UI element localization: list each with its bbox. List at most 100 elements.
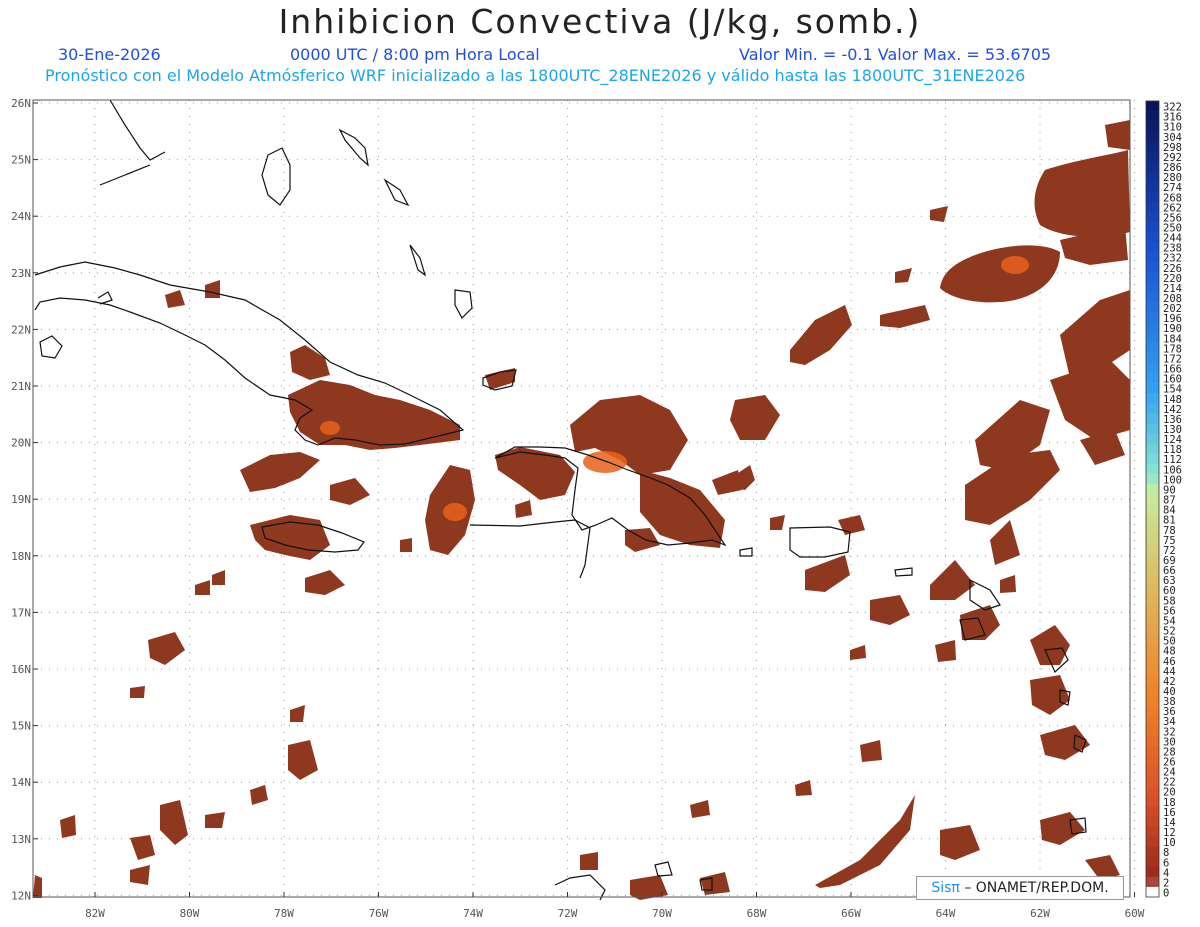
colorbar-segment [1146, 705, 1159, 716]
colorbar-segment [1146, 665, 1159, 676]
colorbar-segment [1146, 141, 1159, 152]
colorbar-segment [1146, 574, 1159, 585]
lon-label: 68W [747, 907, 767, 920]
colorbar-segment [1146, 483, 1159, 495]
colorbar-segment [1146, 735, 1159, 747]
colorbar-segment [1146, 242, 1159, 253]
lon-label: 64W [936, 907, 956, 920]
colorbar-segment [1146, 806, 1159, 817]
colorbar-segment [1146, 262, 1159, 273]
colorbar-segment [1146, 544, 1159, 555]
lon-label: 72W [558, 907, 578, 920]
colorbar-segment [1146, 332, 1159, 344]
colorbar-segment [1146, 796, 1159, 807]
colorbar-segment [1146, 423, 1159, 434]
colorbar-segment [1146, 282, 1159, 293]
colorbar-segment [1146, 614, 1159, 626]
lat-label: 26N [11, 97, 31, 110]
colorbar-segment [1146, 846, 1159, 857]
lon-label: 82W [85, 907, 105, 920]
credit-text: – ONAMET/REP.DOM. [964, 880, 1109, 896]
colorbar-segment [1146, 836, 1159, 847]
colorbar-segment [1146, 524, 1159, 535]
colorbar-segment [1146, 111, 1159, 122]
lon-label: 62W [1030, 907, 1050, 920]
lon-label: 70W [652, 907, 672, 920]
lat-label: 21N [11, 380, 31, 393]
cin-shading [33, 120, 1130, 900]
colorbar-segment [1146, 866, 1159, 878]
lon-label: 66W [841, 907, 861, 920]
colorbar-segment [1146, 443, 1159, 454]
colorbar-segment [1146, 352, 1159, 364]
lat-label: 17N [11, 606, 31, 619]
colorbar: 3223163103042982922862802742682622562502… [1145, 100, 1182, 900]
colorbar-segment [1146, 473, 1159, 485]
colorbar-segment [1146, 131, 1159, 142]
colorbar-segment [1146, 211, 1159, 223]
colorbar-segment [1146, 161, 1159, 172]
credit-box: Sisπ – ONAMET/REP.DOM. [916, 876, 1124, 900]
colorbar-segment [1146, 745, 1159, 757]
lat-label: 25N [11, 154, 31, 167]
colorbar-segment [1146, 816, 1159, 827]
colorbar-segment [1146, 302, 1159, 313]
colorbar-segment [1146, 151, 1159, 162]
lat-label: 16N [11, 663, 31, 676]
lon-label: 60W [1125, 907, 1145, 920]
colorbar-segment [1146, 584, 1159, 596]
lat-label: 15N [11, 720, 31, 733]
colorbar-segment [1146, 403, 1159, 414]
colorbar-segment [1146, 453, 1159, 465]
colorbar-segment [1146, 101, 1159, 112]
colorbar-segment [1146, 191, 1159, 203]
lat-label: 19N [11, 493, 31, 506]
colorbar-segment [1146, 594, 1159, 606]
cin-map: 26N 25N 24N 23N 22N 21N 20N 19N 18N 17N 16N 15N 14N 1… [11, 97, 1182, 920]
colorbar-segment [1146, 493, 1159, 505]
colorbar-segment [1146, 635, 1159, 646]
lat-label: 12N [11, 889, 31, 902]
colorbar-segment [1146, 231, 1159, 243]
colorbar-label: 0 [1163, 888, 1169, 900]
colorbar-segment [1146, 786, 1159, 797]
colorbar-segment [1146, 272, 1159, 283]
colorbar-segment [1146, 463, 1159, 475]
colorbar-segment [1146, 755, 1159, 767]
colorbar-segment [1146, 504, 1159, 515]
colorbar-segment [1146, 362, 1159, 374]
lat-label: 22N [11, 323, 31, 336]
colorbar-segment [1146, 685, 1159, 696]
colorbar-segment [1146, 826, 1159, 837]
colorbar-segment [1146, 373, 1159, 384]
colorbar-segment [1146, 564, 1159, 575]
lat-label: 23N [11, 267, 31, 280]
colorbar-segment [1146, 171, 1159, 182]
colorbar-segment [1146, 292, 1159, 303]
lon-label: 80W [180, 907, 200, 920]
colorbar-segment [1146, 776, 1159, 787]
lon-label: 78W [274, 907, 294, 920]
lat-label: 13N [11, 833, 31, 846]
lon-label: 76W [369, 907, 389, 920]
colorbar-segment [1146, 514, 1159, 525]
coastlines [34, 99, 1087, 901]
lat-label: 18N [11, 550, 31, 563]
lat-label: 20N [11, 437, 31, 450]
colorbar-segment [1146, 876, 1159, 888]
colorbar-segment [1146, 221, 1159, 233]
colorbar-segment [1146, 181, 1159, 192]
colorbar-segment [1146, 766, 1159, 777]
colorbar-segment [1146, 201, 1159, 213]
lat-label: 14N [11, 776, 31, 789]
colorbar-segment [1146, 715, 1159, 727]
colorbar-segment [1146, 252, 1159, 263]
colorbar-segment [1146, 383, 1159, 394]
colorbar-segment [1146, 413, 1159, 424]
colorbar-segment [1146, 725, 1159, 737]
colorbar-segment [1146, 675, 1159, 686]
colorbar-segment [1146, 312, 1159, 323]
colorbar-segment [1146, 856, 1159, 868]
colorbar-segment [1146, 534, 1159, 545]
lat-label: 24N [11, 210, 31, 223]
